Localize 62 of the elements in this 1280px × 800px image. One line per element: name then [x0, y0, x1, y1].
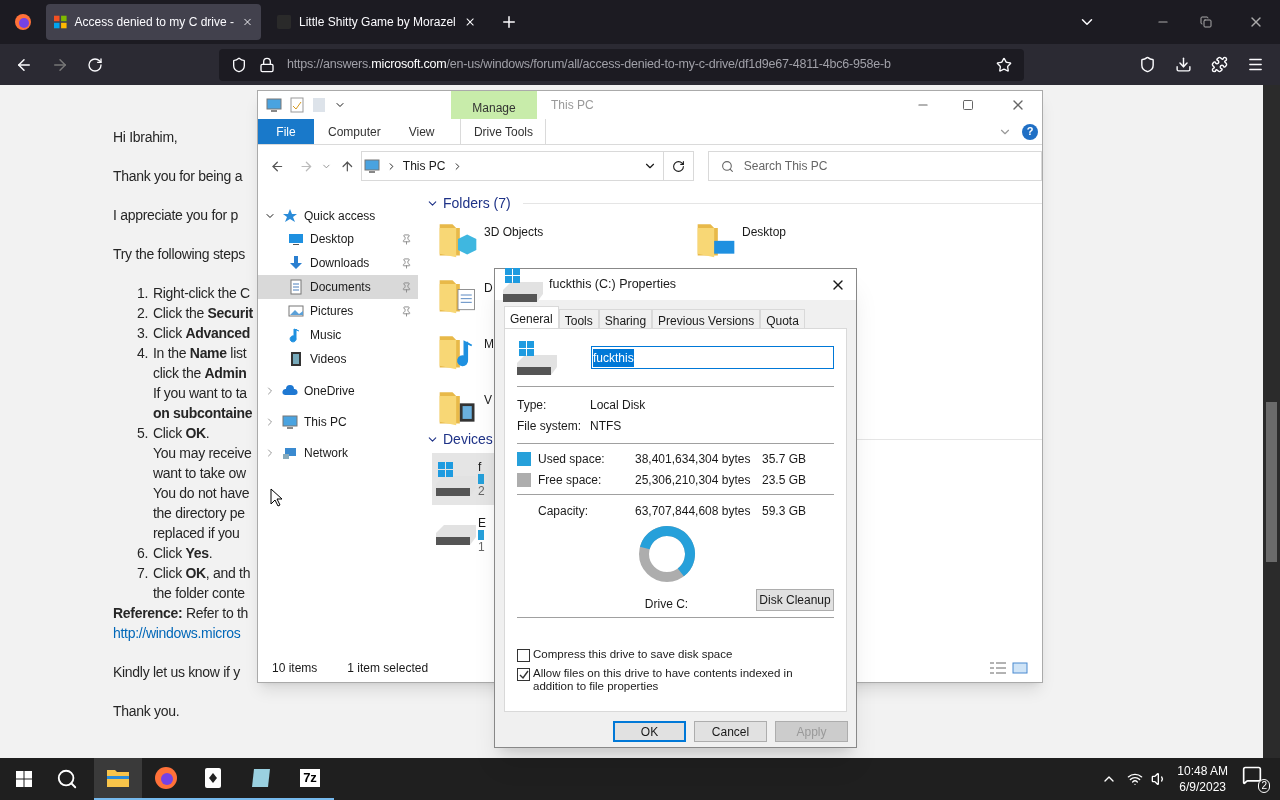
checkbox-label: Allow files on this drive to have contents indexed in addition to file properties	[533, 667, 794, 693]
article-text: on subcontaine	[153, 404, 253, 423]
article-text: Reference: Refer to th	[113, 604, 249, 623]
group-header: Devices	[443, 429, 493, 449]
list-number: 7.	[137, 564, 150, 583]
article-text: Thank you.	[113, 702, 180, 721]
url-text: https://answers.microsoft.com/en-us/windows/forum/all/access-denied-to-my-c-drive/df1d9e67-4811-4bc6-958e-b	[287, 56, 892, 74]
article-text: If you want to ta	[153, 384, 247, 403]
drive-name: f	[478, 460, 483, 474]
group-header: Folders (7)	[443, 193, 511, 213]
list-number: 1.	[137, 284, 150, 303]
drive-label: Drive C:	[644, 596, 689, 613]
article-text: Kindly let us know if y	[113, 663, 240, 682]
article-text: the folder conte	[153, 584, 245, 603]
drive-size: 1	[478, 540, 486, 554]
list-number: 5.	[137, 424, 150, 443]
dialog-title: fuckthis (C:) Properties	[549, 276, 678, 294]
field-label: Type:	[517, 396, 548, 414]
article-text: want to take ow	[153, 464, 246, 483]
field-value: 38,401,634,304 bytes	[635, 450, 752, 468]
article-text: I appreciate you for p	[113, 206, 238, 225]
field-label: Free space:	[538, 471, 603, 489]
field-value: 59.3 GB	[762, 503, 807, 520]
article-text: In the Name list	[153, 344, 247, 363]
checkbox-label: Compress this drive to save disk space	[533, 648, 733, 661]
article-text: Click Yes.	[153, 544, 213, 563]
window-title: This PC	[551, 97, 594, 114]
list-number: 4.	[137, 344, 150, 363]
list-number: 3.	[137, 324, 150, 343]
article-text: Right-click the C	[153, 284, 250, 303]
field-value: 63,707,844,608 bytes	[635, 503, 752, 520]
status-text: 1 item selected	[347, 660, 429, 677]
field-value: 35.7 GB	[762, 450, 807, 468]
field-value: 23.5 GB	[762, 471, 807, 489]
article-text: click the Admin	[153, 364, 247, 383]
field-value: NTFS	[590, 417, 622, 435]
article-text: You do not have	[153, 484, 250, 503]
article-text: You may receive	[153, 444, 252, 463]
article-text: Click Advanced	[153, 324, 250, 343]
article-text: Thank you for being a	[113, 167, 243, 186]
list-number: 2.	[137, 304, 150, 323]
field-value: Local Disk	[590, 396, 646, 414]
status-text: 10 items	[272, 660, 318, 677]
article-text: the directory pe	[153, 504, 245, 523]
tab-title: Access denied to my C drive -	[74, 14, 234, 31]
address-text: This PC	[402, 158, 446, 175]
article-text: Click OK.	[153, 424, 210, 443]
article-text: Try the following steps	[113, 245, 245, 264]
list-number: 6.	[137, 544, 150, 563]
field-label: File system:	[517, 417, 582, 435]
article-text: replaced if you	[153, 524, 240, 543]
context-tab-header: Manage	[451, 91, 537, 119]
article-text: Click OK, and th	[153, 564, 251, 583]
notification-count: 2	[1258, 779, 1270, 793]
field-label: Used space:	[538, 450, 606, 468]
drive-size: 2	[478, 484, 485, 498]
article-text: Hi Ibrahim,	[113, 128, 178, 147]
field-value: 25,306,210,304 bytes	[635, 471, 752, 489]
article-text: Click the Securit	[153, 304, 253, 323]
drive-name: E	[478, 516, 486, 530]
tab-title: Little Shitty Game by Morazel	[299, 14, 456, 31]
field-label: Capacity:	[537, 503, 590, 520]
